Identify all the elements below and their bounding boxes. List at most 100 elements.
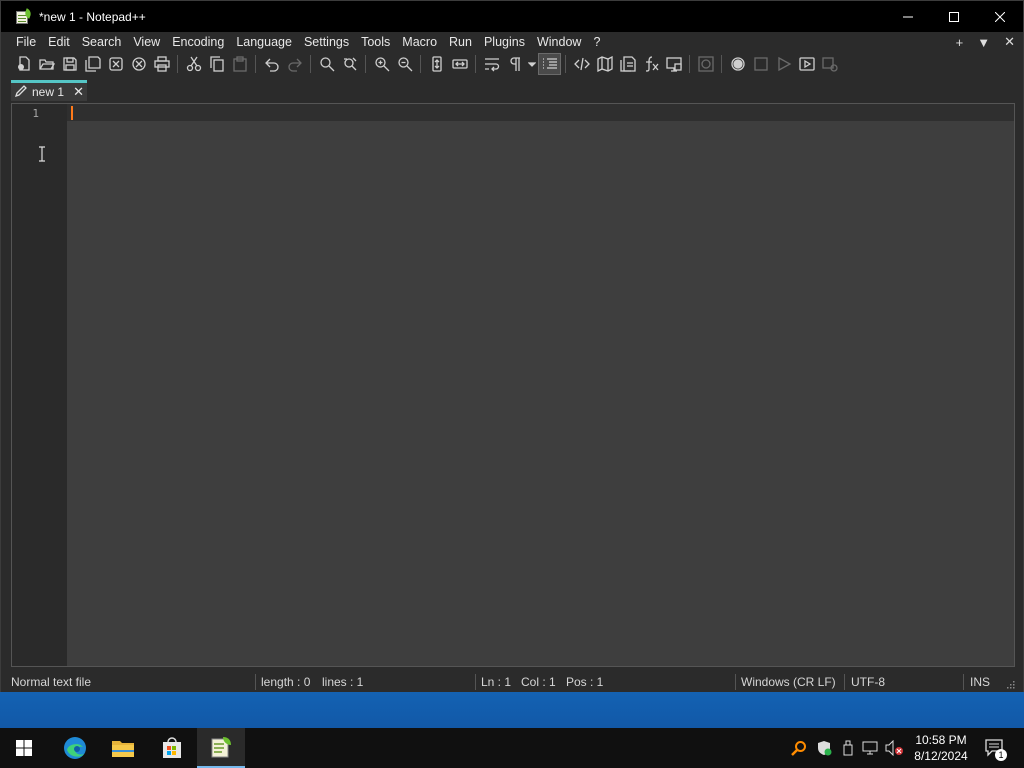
save-button[interactable] (58, 53, 81, 75)
close-file-icon (108, 57, 123, 71)
function-icon (645, 56, 658, 72)
notification-count-badge: 1 (995, 749, 1007, 761)
save-macro-button[interactable] (818, 53, 841, 75)
record-icon (730, 57, 745, 71)
resize-grip-icon[interactable] (1006, 680, 1015, 689)
save-all-button[interactable] (81, 53, 104, 75)
menu-encoding[interactable]: Encoding (166, 32, 230, 52)
playback-macro-button[interactable] (772, 53, 795, 75)
undo-icon (264, 58, 279, 72)
tab-close-button[interactable]: ✕ (73, 85, 84, 98)
network-icon (862, 741, 878, 755)
pencil-icon (14, 84, 27, 100)
status-encoding[interactable]: UTF-8 (851, 675, 885, 689)
folder-as-workspace-button[interactable] (662, 53, 685, 75)
menu-language[interactable]: Language (230, 32, 298, 52)
run-macro-multiple-button[interactable] (795, 53, 818, 75)
document-list-button[interactable] (616, 53, 639, 75)
monitoring-button[interactable] (694, 53, 717, 75)
print-icon (153, 56, 170, 72)
tray-security[interactable] (813, 728, 835, 768)
current-line-highlight (67, 104, 1014, 121)
tray-volume[interactable] (883, 728, 907, 768)
document-map-button[interactable] (593, 53, 616, 75)
tab-new-1[interactable]: new 1 ✕ (11, 80, 87, 101)
menu-search[interactable]: Search (76, 32, 128, 52)
word-wrap-button[interactable] (480, 53, 503, 75)
sync-vertical-scroll-button[interactable] (425, 53, 448, 75)
menu-help[interactable]: ? (587, 32, 606, 52)
stop-recording-button[interactable] (749, 53, 772, 75)
copy-button[interactable] (205, 53, 228, 75)
menu-settings[interactable]: Settings (298, 32, 355, 52)
window-title: *new 1 - Notepad++ (39, 9, 146, 24)
redo-button[interactable] (283, 53, 306, 75)
show-all-dropdown-button[interactable] (526, 53, 538, 75)
menu-macro[interactable]: Macro (396, 32, 443, 52)
print-button[interactable] (150, 53, 173, 75)
chevron-down-icon (528, 62, 536, 67)
pilcrow-icon (509, 57, 520, 71)
windows-logo-icon (16, 740, 32, 756)
menu-bar: File Edit Search View Encoding Language … (1, 32, 1023, 52)
start-button[interactable] (0, 728, 48, 768)
undo-button[interactable] (260, 53, 283, 75)
taskbar-notepadpp[interactable] (197, 728, 245, 768)
folder-icon (112, 741, 134, 757)
close-file-button[interactable] (104, 53, 127, 75)
sync-horizontal-scroll-button[interactable] (448, 53, 471, 75)
scissors-icon (186, 56, 201, 72)
close-all-button[interactable] (127, 53, 150, 75)
maximize-button[interactable] (931, 1, 977, 32)
show-all-characters-button[interactable] (503, 53, 526, 75)
xml-tag-button[interactable] (570, 53, 593, 75)
play-multiple-icon (798, 57, 815, 71)
close-all-icon (131, 57, 146, 71)
taskbar-file-explorer[interactable] (99, 728, 147, 768)
menu-window[interactable]: Window (531, 32, 587, 52)
editor-area[interactable]: 1 (11, 103, 1015, 667)
new-tab-plus-button[interactable]: + (956, 35, 964, 50)
minimize-button[interactable] (885, 1, 931, 32)
taskbar-clock[interactable]: 10:58 PM 8/12/2024 (906, 732, 976, 764)
save-icon (62, 57, 77, 71)
play-icon (777, 56, 791, 72)
zoom-in-button[interactable] (370, 53, 393, 75)
paste-button[interactable] (228, 53, 251, 75)
find-button[interactable] (315, 53, 338, 75)
tray-usb[interactable] (837, 728, 859, 768)
status-bar: Normal text file length : 0 lines : 1 Ln… (1, 672, 1023, 692)
code-tag-icon (573, 57, 590, 71)
menu-tools[interactable]: Tools (355, 32, 396, 52)
close-document-button[interactable]: ✕ (1004, 34, 1015, 50)
tray-network[interactable] (860, 728, 882, 768)
indent-guide-button[interactable] (538, 53, 561, 75)
taskbar-microsoft-store[interactable] (148, 728, 196, 768)
tray-search-highlight[interactable] (788, 728, 810, 768)
status-eol-format[interactable]: Windows (CR LF) (741, 675, 836, 689)
tab-list-dropdown-button[interactable]: ▼ (977, 35, 990, 50)
notepadpp-window: *new 1 - Notepad++ File Edit Search View… (0, 0, 1024, 692)
taskbar-edge[interactable] (51, 728, 99, 768)
status-file-type: Normal text file (11, 675, 92, 689)
cut-button[interactable] (182, 53, 205, 75)
record-macro-button[interactable] (726, 53, 749, 75)
function-list-button[interactable] (639, 53, 662, 75)
open-file-button[interactable] (35, 53, 58, 75)
title-bar[interactable]: *new 1 - Notepad++ (1, 1, 1023, 32)
menu-file[interactable]: File (10, 32, 42, 52)
close-window-button[interactable] (977, 1, 1023, 32)
menu-edit[interactable]: Edit (42, 32, 76, 52)
status-insert-mode[interactable]: INS (970, 675, 990, 689)
zoom-out-button[interactable] (393, 53, 416, 75)
new-file-button[interactable] (12, 53, 35, 75)
store-bag-icon (163, 737, 181, 758)
menu-run[interactable]: Run (443, 32, 478, 52)
action-center-button[interactable]: 1 (980, 728, 1010, 768)
replace-button[interactable] (338, 53, 361, 75)
status-position: Pos : 1 (566, 675, 604, 689)
menu-view[interactable]: View (127, 32, 166, 52)
notepadpp-app-icon[interactable] (15, 7, 33, 25)
menu-plugins[interactable]: Plugins (478, 32, 531, 52)
line-number-gutter[interactable]: 1 (12, 104, 67, 666)
